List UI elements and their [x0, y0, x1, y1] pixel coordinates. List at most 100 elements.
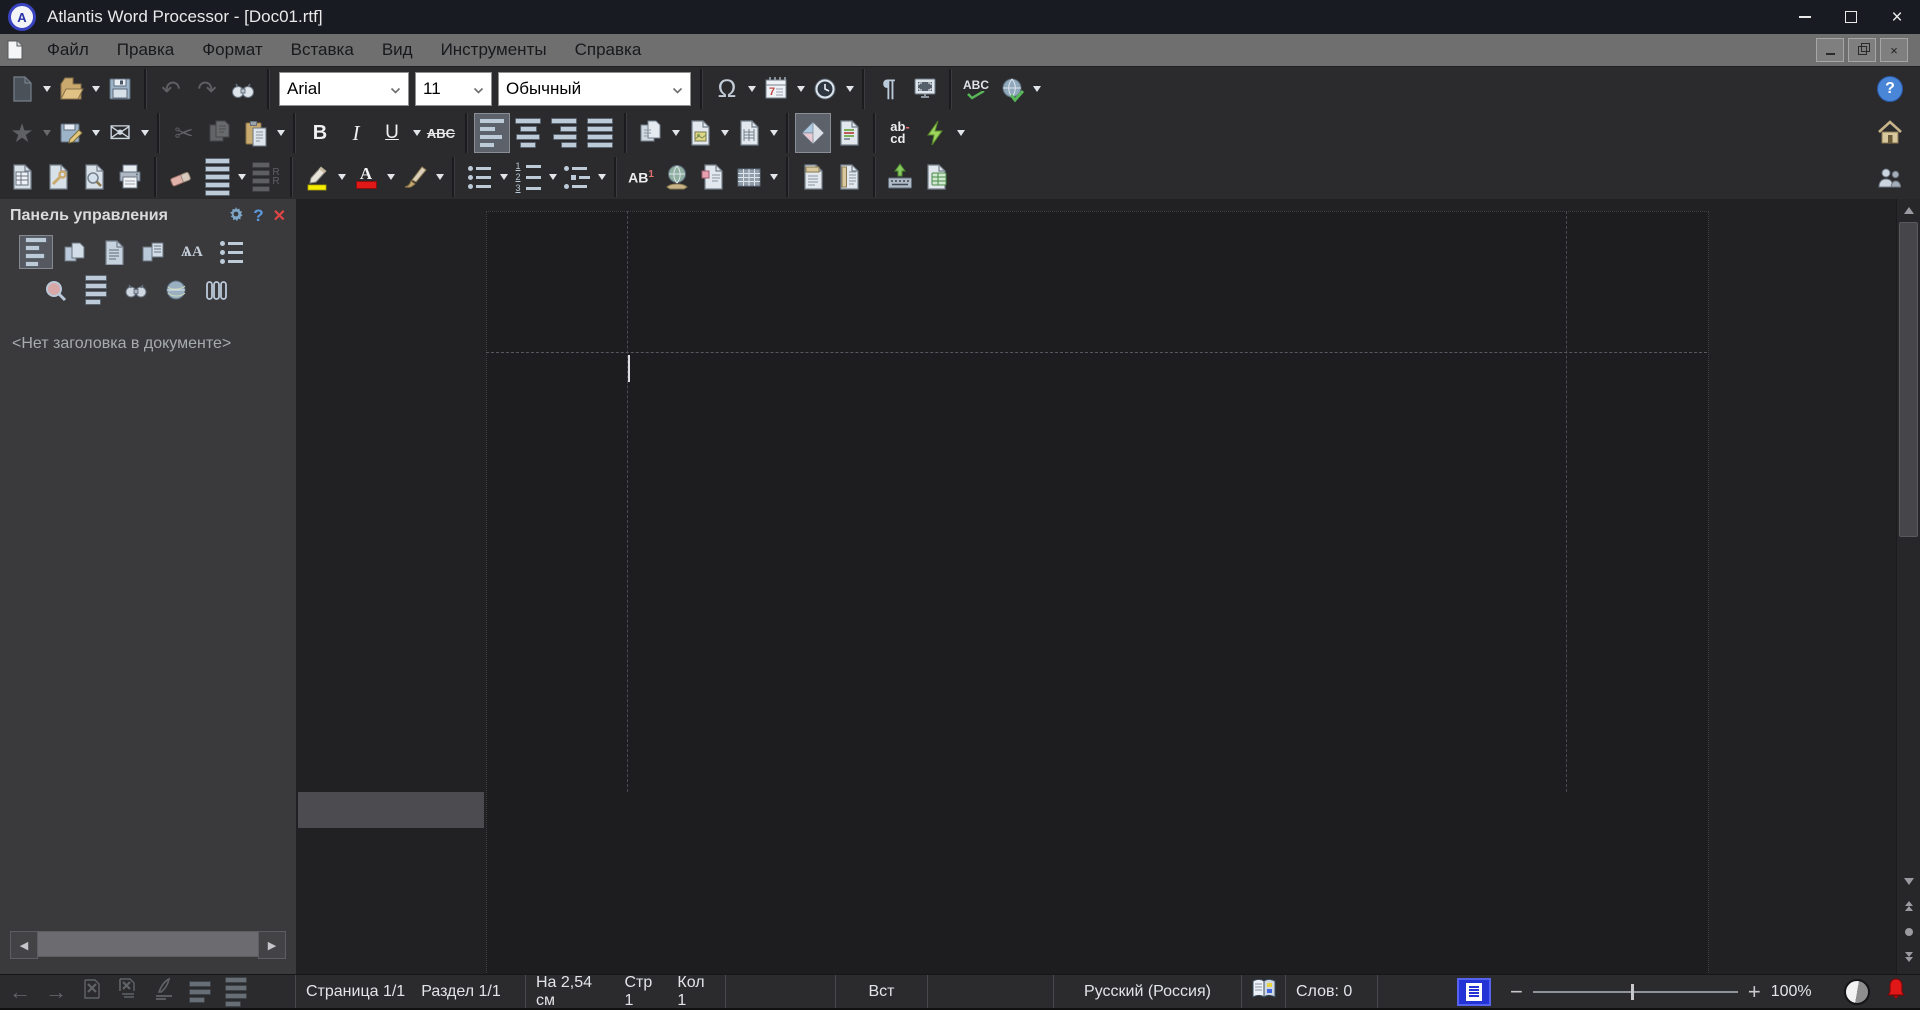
- keyboard-input-button[interactable]: [883, 158, 917, 196]
- numbered-list-button[interactable]: 123: [511, 158, 545, 196]
- italic-button[interactable]: I: [339, 114, 373, 152]
- language-globe-dropdown[interactable]: [1030, 70, 1043, 108]
- doc-close-button[interactable]: ×: [1880, 38, 1908, 62]
- status-position-section[interactable]: На 2,54 см Стр 1 Кол 1: [526, 974, 726, 1009]
- redo-button[interactable]: ↷: [190, 70, 224, 108]
- columns-pane-button[interactable]: [200, 274, 232, 306]
- full-screen-button[interactable]: [908, 70, 942, 108]
- previous-object-button[interactable]: [1897, 894, 1920, 918]
- paste-dropdown[interactable]: [274, 114, 287, 152]
- panel-horizontal-scrollbar[interactable]: ◀ ▶: [10, 931, 286, 959]
- favorites-star-dropdown[interactable]: [40, 114, 53, 152]
- align-justify-button[interactable]: [583, 114, 617, 152]
- help-button[interactable]: ?: [1873, 70, 1907, 108]
- home-button[interactable]: [1873, 114, 1907, 152]
- underline-button[interactable]: U: [375, 114, 409, 152]
- web-pane-button[interactable]: [160, 274, 192, 306]
- contrast-icon[interactable]: [1844, 978, 1870, 1005]
- panel-help-icon[interactable]: ?: [253, 206, 263, 226]
- hyperlink-globe-button[interactable]: [660, 158, 694, 196]
- autocorrect-button[interactable]: [919, 114, 953, 152]
- font-size-combo[interactable]: 11: [415, 72, 492, 106]
- open-document-dropdown[interactable]: [89, 70, 102, 108]
- autocorrect-dropdown[interactable]: [954, 114, 967, 152]
- clear-doc-1-button[interactable]: [76, 976, 108, 1007]
- restore-button[interactable]: [1828, 0, 1874, 34]
- nav-back-button[interactable]: ←: [4, 979, 36, 1005]
- paragraph-style-combo[interactable]: Обычный: [498, 72, 691, 106]
- bookmark-document-button[interactable]: [696, 158, 730, 196]
- nav-forward-button[interactable]: →: [40, 979, 72, 1005]
- view-layout-button[interactable]: [1457, 977, 1491, 1006]
- highlighter-button[interactable]: [300, 158, 334, 196]
- formatting-marks-button[interactable]: ¶: [872, 70, 906, 108]
- document-tools-button[interactable]: [41, 158, 75, 196]
- documents-pane-button[interactable]: [59, 236, 91, 268]
- align-center-button[interactable]: [511, 114, 545, 152]
- multilevel-list-button[interactable]: [560, 158, 594, 196]
- zoom-in-icon[interactable]: +: [1748, 980, 1761, 1002]
- insert-time-button[interactable]: [808, 70, 842, 108]
- insert-time-dropdown[interactable]: [843, 70, 856, 108]
- next-object-button[interactable]: [1897, 945, 1920, 969]
- zoom-slider-thumb[interactable]: [1631, 983, 1635, 1000]
- print-button[interactable]: [113, 158, 147, 196]
- vertical-scrollbar[interactable]: [1896, 199, 1920, 975]
- footnote-button[interactable]: AB1: [624, 158, 658, 196]
- favorites-star-button[interactable]: ★: [5, 114, 39, 152]
- undo-button[interactable]: ↶: [154, 70, 188, 108]
- fonts-pane-button[interactable]: ѦA: [176, 236, 208, 268]
- panel-scroll-thumb[interactable]: [38, 932, 258, 956]
- document-columns-dropdown[interactable]: [767, 114, 780, 152]
- find-button[interactable]: [226, 70, 260, 108]
- copy-document-button[interactable]: [634, 114, 668, 152]
- save-as-dropdown[interactable]: [89, 114, 102, 152]
- vertical-ruler-button[interactable]: [832, 158, 866, 196]
- language-globe-button[interactable]: [995, 70, 1029, 108]
- documents-text-pane-button[interactable]: [137, 236, 169, 268]
- community-button[interactable]: [1873, 158, 1907, 196]
- select-browse-object-button[interactable]: [1897, 920, 1920, 944]
- highlighter-dropdown[interactable]: [335, 158, 348, 196]
- multilevel-list-dropdown[interactable]: [595, 158, 608, 196]
- line-spacing-dropdown[interactable]: [235, 158, 248, 196]
- status-page-section[interactable]: Страница 1/1 Раздел 1/1: [296, 975, 526, 1008]
- document-text-pane-button[interactable]: [98, 236, 130, 268]
- doc-restore-button[interactable]: [1848, 38, 1876, 62]
- status-word-count[interactable]: Слов: 0: [1286, 975, 1378, 1008]
- zoom-pane-button[interactable]: [40, 274, 72, 306]
- notification-bell-icon[interactable]: [1886, 978, 1906, 1005]
- status-insert-mode[interactable]: Вст: [836, 975, 928, 1008]
- minimize-button[interactable]: [1782, 0, 1828, 34]
- align-left-button[interactable]: [474, 113, 510, 153]
- zoom-slider[interactable]: [1532, 983, 1738, 1000]
- underline-dropdown[interactable]: [410, 114, 423, 152]
- menu-6[interactable]: Справка: [561, 34, 656, 66]
- line-spacing-button[interactable]: [200, 158, 234, 196]
- navigate-diamond-button[interactable]: [795, 113, 831, 153]
- hyphenation-button[interactable]: ab-cd: [883, 114, 917, 152]
- font-color-dropdown[interactable]: [384, 158, 397, 196]
- strikethrough-button[interactable]: ABC: [424, 114, 458, 152]
- document-image-dropdown[interactable]: [718, 114, 731, 152]
- email-button[interactable]: ✉: [103, 114, 137, 152]
- header-footer-button[interactable]: [796, 158, 830, 196]
- cut-button[interactable]: ✂: [167, 114, 201, 152]
- zoom-out-icon[interactable]: −: [1510, 980, 1523, 1002]
- clear-doc-2-button[interactable]: [112, 976, 144, 1007]
- document-columns-button[interactable]: [732, 114, 766, 152]
- document-view-button[interactable]: [919, 158, 953, 196]
- align-right-button[interactable]: [547, 114, 581, 152]
- scroll-left-icon[interactable]: ◀: [10, 931, 38, 959]
- eraser-button[interactable]: [164, 158, 198, 196]
- pen-doc-button[interactable]: [148, 976, 180, 1007]
- insert-table-dropdown[interactable]: [767, 158, 780, 196]
- symbol-omega-dropdown[interactable]: [745, 70, 758, 108]
- copy-document-dropdown[interactable]: [669, 114, 682, 152]
- close-button[interactable]: ×: [1874, 0, 1920, 34]
- lines-pane-button[interactable]: [80, 274, 112, 306]
- save-as-button[interactable]: [54, 114, 88, 152]
- document-styles-button[interactable]: [832, 114, 866, 152]
- outline-pane-button[interactable]: [215, 236, 247, 268]
- new-document-button[interactable]: [5, 70, 39, 108]
